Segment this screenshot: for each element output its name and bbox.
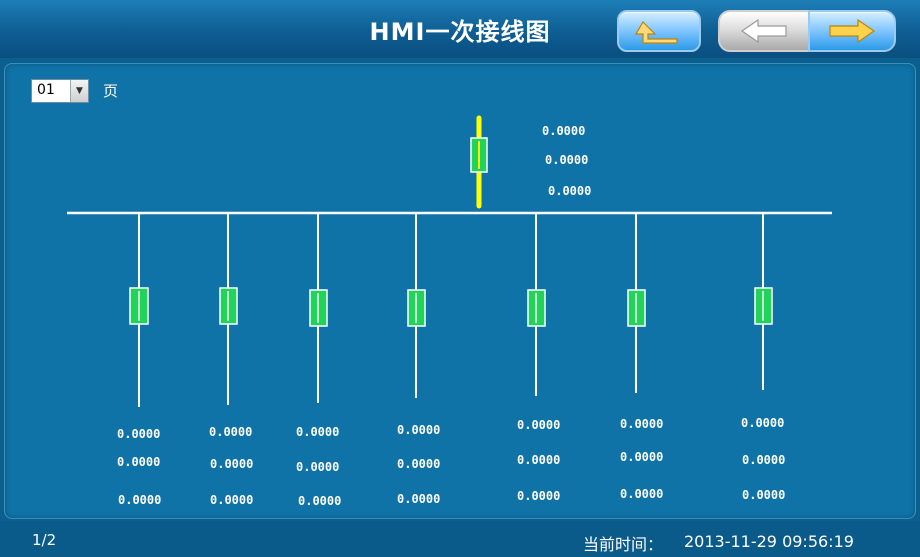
feeder-5-value-1: 0.0000 [517, 418, 561, 432]
feeder-5-value-2: 0.0000 [517, 453, 561, 467]
page-indicator: 1/2 [32, 531, 57, 549]
feeder-7-value-3: 0.0000 [742, 488, 786, 502]
feeder-7-value-2: 0.0000 [742, 453, 786, 467]
feeder-7 [754, 213, 773, 390]
feeder-2 [219, 213, 238, 405]
feeder-3-value-3: 0.0000 [298, 494, 342, 508]
feeder-4-value-2: 0.0000 [397, 457, 441, 471]
feeder-4-value-1: 0.0000 [397, 423, 441, 437]
feeder-7-value-1: 0.0000 [741, 416, 785, 430]
feeder-5-value-3: 0.0000 [517, 489, 561, 503]
incoming-value-2: 0.0000 [545, 153, 589, 167]
incoming-value-3: 0.0000 [548, 184, 592, 198]
incoming-value-1: 0.0000 [542, 124, 586, 138]
single-line-diagram [67, 115, 832, 407]
feeder-1-value-1: 0.0000 [117, 427, 161, 441]
current-time: 2013-11-29 09:56:19 [684, 532, 854, 551]
feeder-1-value-3: 0.0000 [118, 493, 162, 507]
feeder-5 [527, 213, 546, 396]
feeder-4 [407, 213, 426, 398]
feeder-6-value-2: 0.0000 [620, 450, 664, 464]
current-time-label: 当前时间： [583, 535, 664, 554]
feeder-6 [627, 213, 646, 393]
feeder-2-value-1: 0.0000 [209, 425, 253, 439]
feeder-2-value-2: 0.0000 [210, 457, 254, 471]
feeder-6-value-3: 0.0000 [620, 487, 664, 501]
feeder-3-value-1: 0.0000 [296, 425, 340, 439]
feeder-1 [129, 213, 149, 407]
feeder-1-value-2: 0.0000 [117, 455, 161, 469]
feeder-6-value-1: 0.0000 [620, 417, 664, 431]
feeder-4-value-3: 0.0000 [397, 492, 441, 506]
feeder-3-value-2: 0.0000 [296, 460, 340, 474]
feeder-3 [309, 213, 328, 403]
feeder-2-value-3: 0.0000 [210, 493, 254, 507]
